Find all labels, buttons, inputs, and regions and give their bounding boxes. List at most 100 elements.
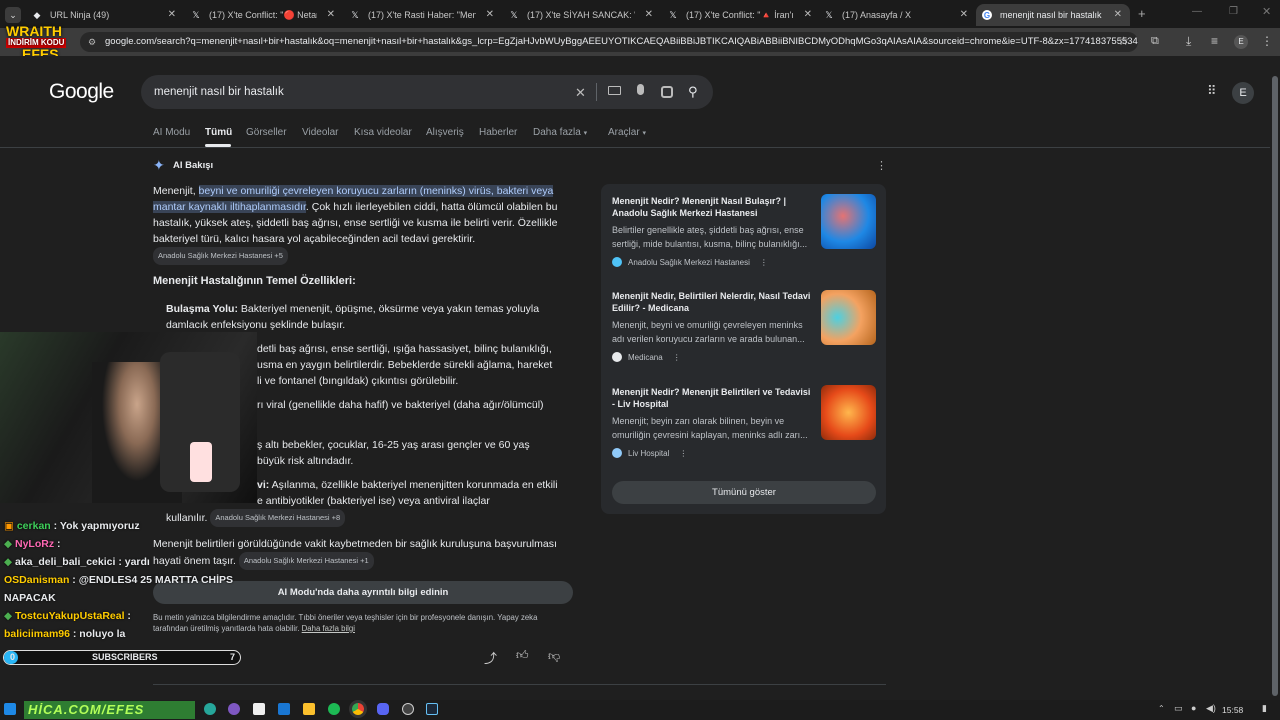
microphone-icon[interactable] (637, 84, 644, 95)
explorer-icon[interactable] (303, 703, 315, 715)
brain-thumbnail[interactable] (821, 194, 876, 249)
system-tray-chevron-icon[interactable]: ⌃ (1158, 704, 1165, 713)
notification-icon[interactable]: ▮ (1262, 703, 1267, 714)
spotify-icon[interactable] (328, 703, 340, 715)
ai-sparkle-icon: ✦ (153, 157, 165, 173)
discord-icon[interactable] (377, 703, 389, 715)
more-options-icon[interactable]: ⋮ (679, 449, 687, 458)
source-title[interactable]: Menenjit Nedir? Menenjit Nasıl Bulaşır? … (612, 195, 815, 219)
x-icon: 𝕏 (192, 9, 200, 20)
outlook-icon[interactable] (278, 703, 290, 715)
source-card[interactable]: Menenjit Nedir? Menenjit Nasıl Bulaşır? … (612, 195, 815, 267)
scrollbar-thumb[interactable] (1272, 76, 1278, 696)
mic-tray-icon[interactable]: ● (1191, 703, 1196, 713)
site-favicon-icon (612, 257, 622, 267)
tab-x-rasti-haber[interactable]: 𝕏(17) X'te Rasti Haber: "Menenji✕ (344, 4, 502, 26)
clock[interactable]: 15:58 (1222, 705, 1243, 715)
tab-list-chevron-icon[interactable]: ⌄ (5, 7, 21, 23)
site-info-icon[interactable]: ⚙ (88, 37, 96, 48)
learn-more-link[interactable]: Daha fazla bilgi (302, 624, 355, 633)
source-snippet: Menenjit, beyni ve omuriliği çevreleyen … (612, 320, 805, 344)
tab-x-conflict-1[interactable]: 𝕏(17) X'te Conflict: "🔴 Netanyal✕ (185, 4, 343, 26)
bookmark-star-icon[interactable]: ☆ (1118, 34, 1129, 48)
profile-avatar[interactable]: E (1234, 35, 1248, 49)
show-all-button[interactable]: Tümünü göster (612, 481, 876, 504)
tab-google-search[interactable]: Gmenenjit nasıl bir hastalık - Goo✕ (976, 4, 1130, 26)
new-tab-button[interactable]: + (1138, 6, 1146, 21)
nav-all[interactable]: Tümü (205, 127, 232, 138)
webcam-overlay (0, 332, 257, 503)
close-icon[interactable]: ✕ (645, 9, 653, 20)
clear-search-icon[interactable]: ✕ (575, 85, 586, 101)
caret-down-icon: ▾ (583, 130, 588, 137)
tab-x-anasayfa[interactable]: 𝕏 (17) Anasayfa / X ✕ (818, 4, 976, 26)
volume-icon[interactable]: ◀) (1206, 703, 1216, 714)
source-title[interactable]: Menenjit Nedir? Menenjit Belirtileri ve … (612, 386, 815, 410)
chat-text: : (54, 538, 61, 550)
scrollbar[interactable] (1270, 56, 1280, 700)
lens-icon[interactable] (661, 86, 673, 98)
tab-x-siyah-sancak[interactable]: 𝕏(17) X'te SİYAH SANCAK: "🔵 S✕ (503, 4, 661, 26)
tab-x-conflict-2[interactable]: 𝕏(17) X'te Conflict: "🔺 İran'ın be✕ (662, 4, 820, 26)
divider (596, 83, 597, 101)
network-icon[interactable]: ▭ (1174, 703, 1183, 714)
chat-badge-icon: ▣ (4, 520, 14, 532)
search-input[interactable]: menenjit nasıl bir hastalık (141, 75, 713, 109)
window-close-icon[interactable]: ✕ (1262, 5, 1271, 18)
source-card[interactable]: Menenjit Nedir, Belirtileri Nelerdir, Na… (612, 290, 815, 362)
extensions-icon[interactable]: ⧉ (1151, 35, 1159, 48)
close-icon[interactable]: ✕ (486, 9, 494, 20)
obs-icon[interactable] (402, 703, 414, 715)
minimize-icon[interactable]: — (1192, 6, 1202, 17)
steam-icon[interactable] (426, 703, 438, 715)
close-icon[interactable]: ✕ (1114, 9, 1122, 20)
download-icon[interactable]: ⤓ (1186, 34, 1191, 49)
thumbs-up-icon[interactable]: 👍︎ (516, 648, 529, 663)
more-options-icon[interactable]: ⋮ (673, 353, 681, 362)
ai-overview-menu-icon[interactable]: ⋮ (876, 159, 887, 172)
nav-short-videos[interactable]: Kısa videolar (354, 127, 412, 138)
close-icon[interactable]: ✕ (960, 9, 968, 20)
search-icon[interactable]: ⚲ (688, 84, 698, 100)
thumbs-down-icon[interactable]: 👎︎ (548, 649, 560, 664)
chat-text: : (124, 610, 131, 622)
copilot-icon[interactable] (228, 703, 240, 715)
brain-red-thumbnail[interactable] (821, 385, 876, 440)
nav-videos[interactable]: Videolar (302, 127, 339, 138)
close-icon[interactable]: ✕ (804, 9, 812, 20)
apps-grid-icon[interactable]: ⠿ (1207, 84, 1217, 97)
windows-start-icon[interactable] (4, 703, 16, 715)
address-bar[interactable]: google.com/search?q=menenjit+nasıl+bir+h… (80, 32, 1138, 52)
chat-message: OSDanisman : @ENDLES4 25 MARTTA CHİPS NA… (0, 571, 250, 607)
more-options-icon[interactable]: ⋮ (760, 258, 768, 267)
close-icon[interactable]: ✕ (327, 9, 335, 20)
browser-menu-icon[interactable]: ⋮ (1261, 34, 1273, 48)
google-logo[interactable]: Google (49, 80, 114, 104)
google-account-avatar[interactable]: E (1232, 82, 1254, 104)
chat-user: OSDanisman (4, 574, 70, 586)
caret-down-icon: ▾ (642, 130, 646, 137)
nav-tools[interactable]: Araçlar ▾ (608, 127, 646, 138)
restore-icon[interactable]: ❐ (1229, 6, 1238, 17)
nav-images[interactable]: Görseller (246, 127, 287, 138)
store-icon[interactable] (253, 703, 265, 715)
nav-shopping[interactable]: Alışveriş (426, 127, 464, 138)
nav-ai-mode[interactable]: AI Modu (153, 127, 190, 138)
nav-more[interactable]: Daha fazla ▾ (533, 127, 587, 138)
source-chip[interactable]: Anadolu Sağlık Merkezi Hastanesi +1 (238, 552, 374, 570)
source-chip[interactable]: Anadolu Sağlık Merkezi Hastanesi +5 (153, 247, 288, 265)
keyboard-icon[interactable] (608, 86, 621, 95)
nav-news[interactable]: Haberler (479, 127, 517, 138)
close-icon[interactable]: ✕ (168, 9, 176, 20)
share-icon[interactable]: ⤴ (484, 648, 497, 667)
source-title[interactable]: Menenjit Nedir, Belirtileri Nelerdir, Na… (612, 290, 815, 314)
chat-user: TostcuYakupUstaReal (15, 610, 125, 622)
chat-message: baliciimam96 : noluyo la (0, 625, 250, 643)
chrome-icon[interactable] (352, 703, 364, 715)
meninges-thumbnail[interactable] (821, 290, 876, 345)
edge-icon[interactable] (204, 703, 216, 715)
google-icon: G (982, 10, 992, 20)
reading-list-icon[interactable]: ≡ (1211, 34, 1218, 48)
source-card[interactable]: Menenjit Nedir? Menenjit Belirtileri ve … (612, 386, 815, 458)
bullet-text: detli baş ağrısı, ense sertliği, ışığa h… (257, 343, 552, 355)
